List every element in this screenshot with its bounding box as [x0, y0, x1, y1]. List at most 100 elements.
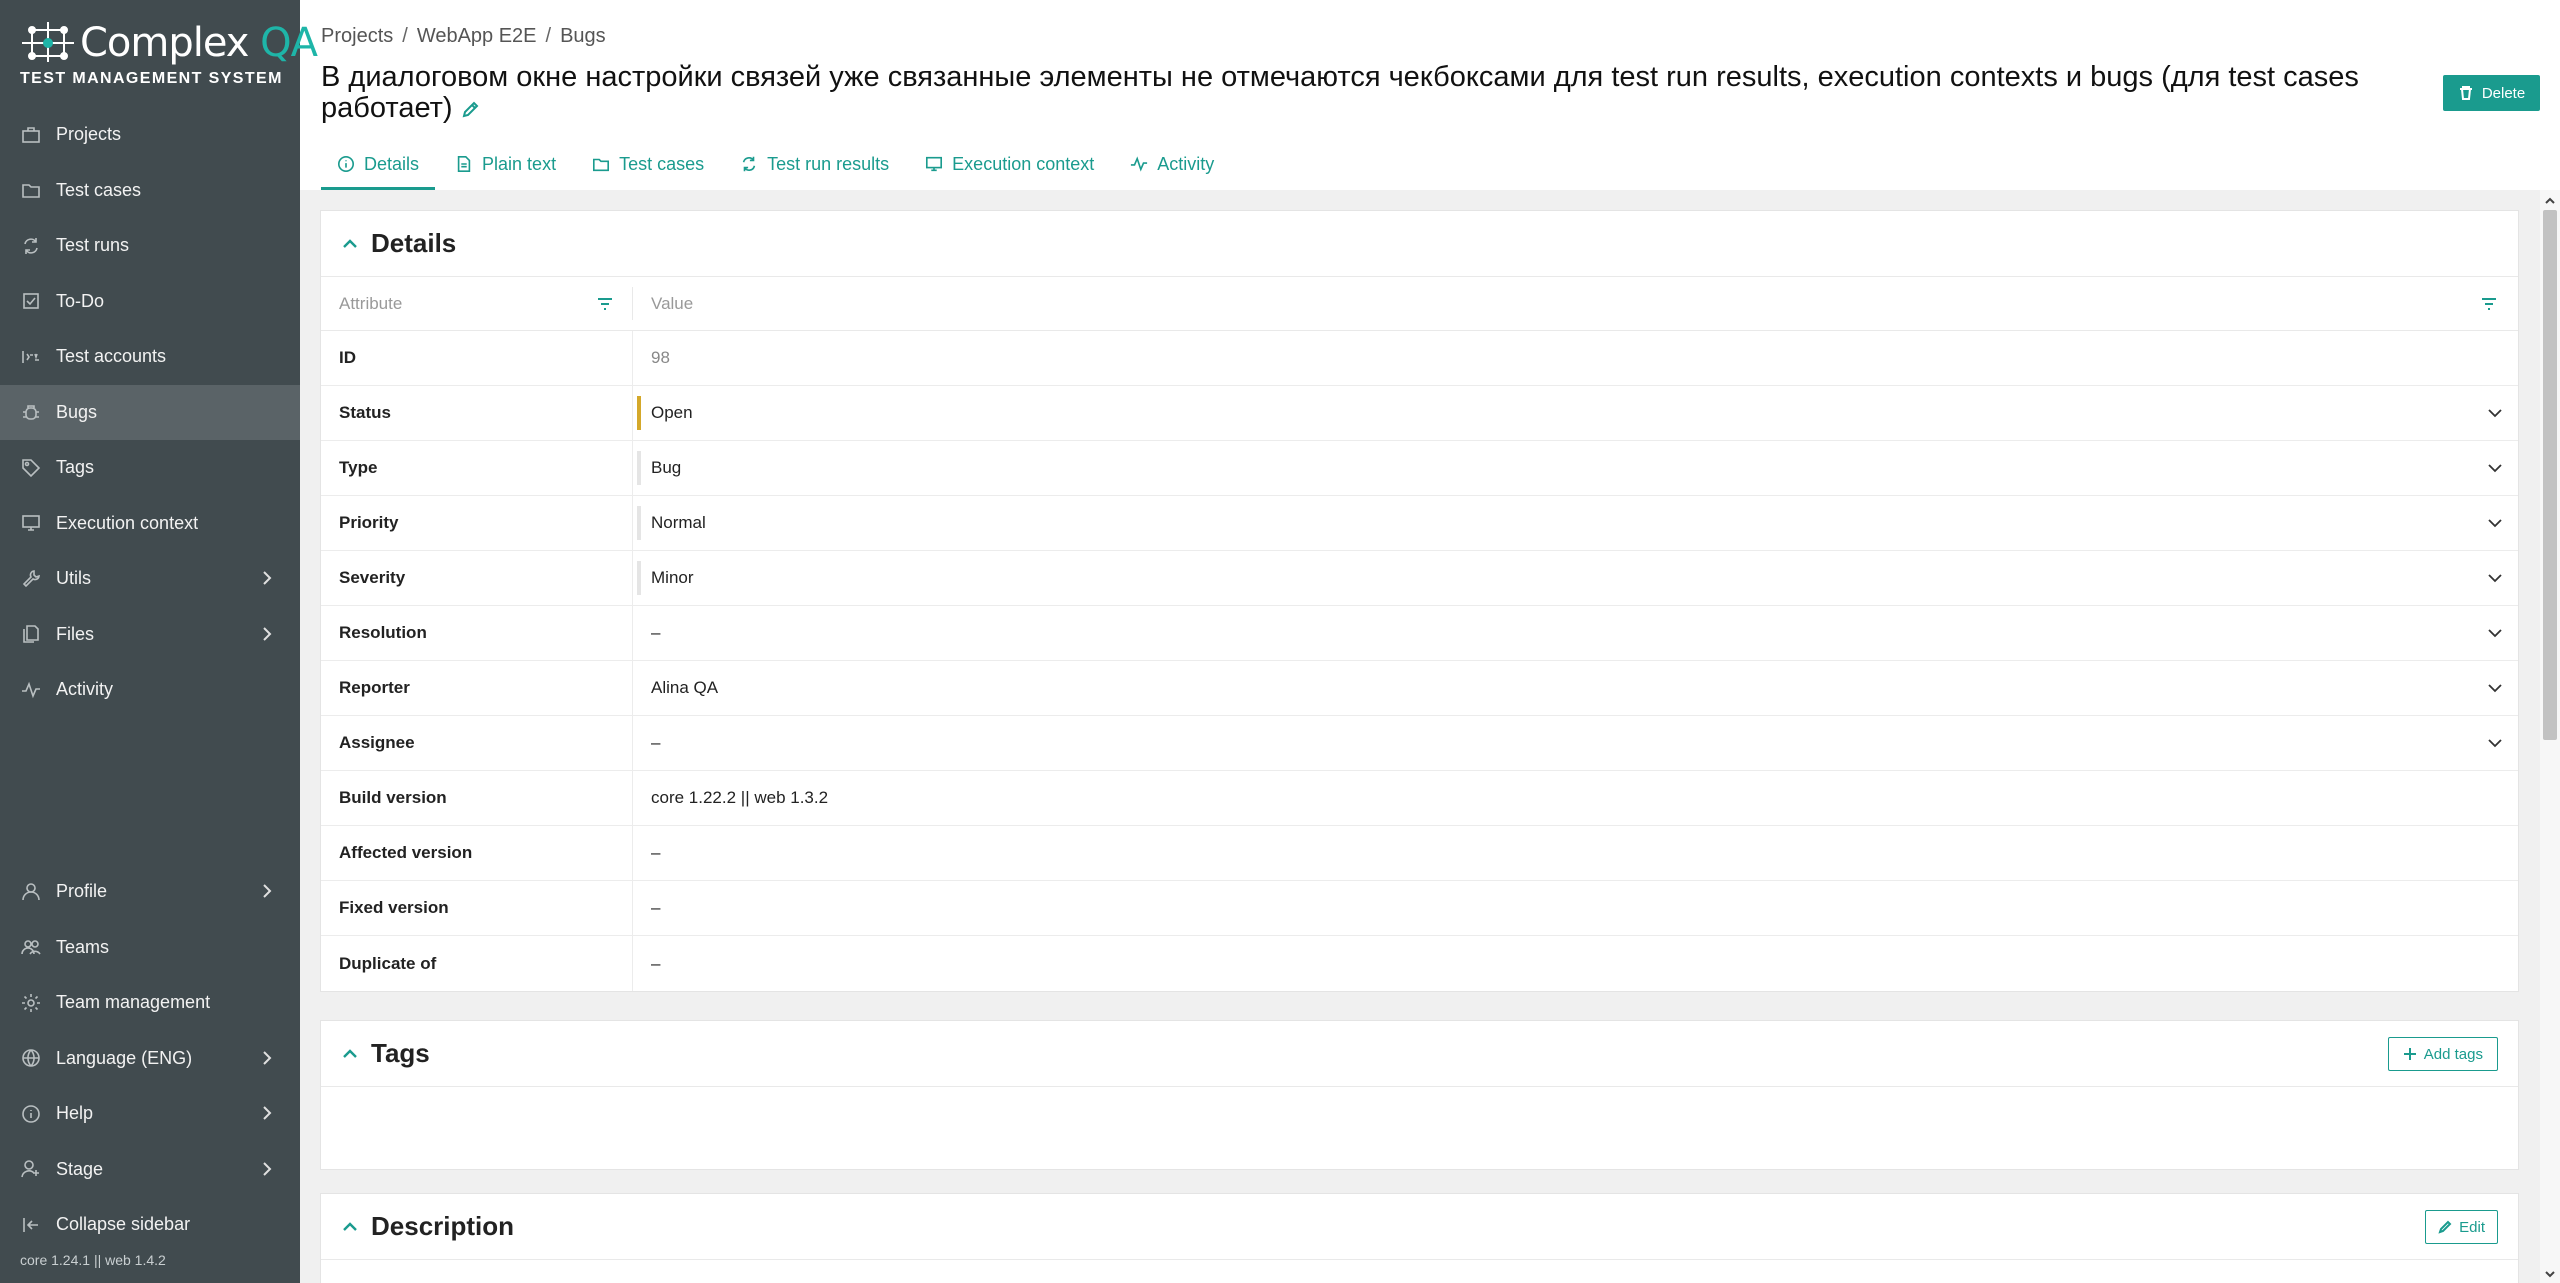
chevron-up-icon[interactable] [341, 1045, 359, 1063]
team-icon [20, 936, 42, 958]
chevron-up-icon[interactable] [341, 235, 359, 253]
details-row-resolution: Resolution – [321, 606, 2518, 661]
sidebar-item-help[interactable]: Help [0, 1086, 300, 1141]
sidebar-item-label: Test cases [56, 179, 142, 200]
tab-execution-context[interactable]: Execution context [909, 138, 1110, 190]
sidebar-item-tags[interactable]: Tags [0, 440, 300, 495]
pencil-icon [2438, 1220, 2452, 1234]
breadcrumb-project[interactable]: WebApp E2E [417, 25, 537, 47]
attribute-value[interactable]: – [633, 716, 2518, 770]
description-panel-header[interactable]: Description Edit [321, 1194, 2518, 1260]
globe-icon [20, 1047, 42, 1069]
document-icon [457, 155, 471, 173]
chevron-down-icon[interactable] [2486, 459, 2504, 477]
chevron-right-icon [258, 1049, 276, 1067]
details-row-affected-version: Affected version – [321, 826, 2518, 881]
filter-icon[interactable] [596, 295, 614, 313]
chevron-down-icon[interactable] [2486, 569, 2504, 587]
tab-details[interactable]: Details [321, 138, 436, 190]
folder-icon [593, 158, 610, 172]
scrollbar-thumb[interactable] [2543, 210, 2557, 740]
tab-label: Plain text [482, 153, 557, 174]
edit-description-button[interactable]: Edit [2425, 1210, 2498, 1244]
attribute-value[interactable]: Bug [633, 441, 2518, 495]
sidebar-item-stage[interactable]: Stage [0, 1142, 300, 1197]
sidebar-item-collapse-sidebar[interactable]: Collapse sidebar [0, 1197, 300, 1252]
chevron-up-icon[interactable] [341, 1218, 359, 1236]
filter-icon[interactable] [2480, 295, 2498, 313]
sidebar-item-test-runs[interactable]: Test runs [0, 218, 300, 273]
chevron-down-icon[interactable] [2486, 624, 2504, 642]
sidebar-item-label: Projects [56, 124, 122, 144]
sidebar-item-utils[interactable]: Utils [0, 551, 300, 606]
refresh-icon [20, 235, 42, 257]
tags-panel-header[interactable]: Tags Add tags [321, 1021, 2518, 1087]
chevron-right-icon [258, 1160, 276, 1178]
sidebar-item-label: Test runs [56, 235, 130, 255]
sidebar-item-label: Tags [56, 457, 95, 477]
breadcrumb-bugs[interactable]: Bugs [560, 25, 606, 47]
trash-icon [2459, 86, 2472, 100]
sidebar-item-projects[interactable]: Projects [0, 107, 300, 162]
sidebar-item-teams[interactable]: Teams [0, 920, 300, 975]
attribute-value: 98 [633, 331, 2518, 385]
attribute-label: ID [321, 331, 633, 385]
attribute-value: – [633, 881, 2518, 935]
password-icon [20, 346, 42, 368]
attribute-value[interactable]: Normal [633, 496, 2518, 550]
attribute-value[interactable]: – [633, 606, 2518, 660]
attribute-value[interactable]: Alina QA [633, 661, 2518, 715]
chevron-down-icon[interactable] [2486, 734, 2504, 752]
tab-test-run-results[interactable]: Test run results [724, 138, 905, 190]
status-indicator [637, 506, 641, 540]
activity-icon [20, 679, 42, 701]
app-logo[interactable]: Complex QA TEST MANAGEMENT SYSTEM [18, 18, 318, 88]
sidebar-item-label: Activity [56, 679, 114, 699]
details-row-duplicate-of: Duplicate of – [321, 936, 2518, 991]
wrench-icon [20, 568, 42, 590]
folder-icon [20, 179, 42, 201]
details-panel-header[interactable]: Details [321, 211, 2518, 277]
sidebar-item-label: Team management [56, 992, 211, 1012]
chevron-right-icon [258, 625, 276, 643]
sidebar-item-bugs[interactable]: Bugs [0, 384, 300, 440]
breadcrumb-projects[interactable]: Projects [321, 25, 393, 47]
tab-plain-text[interactable]: Plain text [439, 138, 572, 190]
files-icon [20, 623, 42, 645]
scrollbar[interactable] [2540, 190, 2560, 1283]
sidebar-item-test-cases[interactable]: Test cases [0, 163, 300, 218]
tab-label: Test cases [619, 153, 705, 174]
gear-icon [20, 992, 42, 1014]
sidebar-item-files[interactable]: Files [0, 607, 300, 662]
attribute-value[interactable]: Minor [633, 551, 2518, 605]
chevron-down-icon[interactable] [2486, 679, 2504, 697]
details-row-id: ID 98 [321, 331, 2518, 386]
sidebar-item-label: Execution context [56, 512, 199, 533]
chevron-down-icon[interactable] [2486, 404, 2504, 422]
sidebar-item-label: Profile [56, 881, 108, 901]
description-heading: Description [371, 1211, 515, 1241]
tab-test-cases[interactable]: Test cases [576, 138, 720, 190]
sidebar-item-team-management[interactable]: Team management [0, 975, 300, 1030]
sidebar-item-profile[interactable]: Profile [0, 864, 300, 919]
sidebar-item-execution-context[interactable]: Execution context [0, 496, 300, 551]
sidebar-item-to-do[interactable]: To-Do [0, 274, 300, 329]
pencil-icon[interactable] [461, 95, 481, 118]
checkbox-icon [20, 290, 42, 312]
chevron-down-icon[interactable] [2486, 514, 2504, 532]
scroll-up-icon[interactable] [2544, 194, 2556, 206]
details-heading: Details [371, 228, 457, 258]
details-row-type: Type Bug [321, 441, 2518, 496]
sidebar-item-language-eng[interactable]: Language (ENG) [0, 1031, 300, 1086]
tags-heading: Tags [371, 1038, 430, 1068]
delete-button[interactable]: Delete [2443, 75, 2540, 111]
briefcase-icon [20, 124, 42, 146]
tab-activity[interactable]: Activity [1114, 138, 1230, 190]
details-row-assignee: Assignee – [321, 716, 2518, 771]
scroll-down-icon[interactable] [2544, 1267, 2556, 1279]
add-tags-button[interactable]: Add tags [2387, 1037, 2498, 1071]
sidebar-item-test-accounts[interactable]: Test accounts [0, 329, 300, 384]
sidebar-item-label: Stage [56, 1158, 104, 1179]
sidebar-item-activity[interactable]: Activity [0, 662, 300, 717]
attribute-value[interactable]: Open [633, 386, 2518, 440]
